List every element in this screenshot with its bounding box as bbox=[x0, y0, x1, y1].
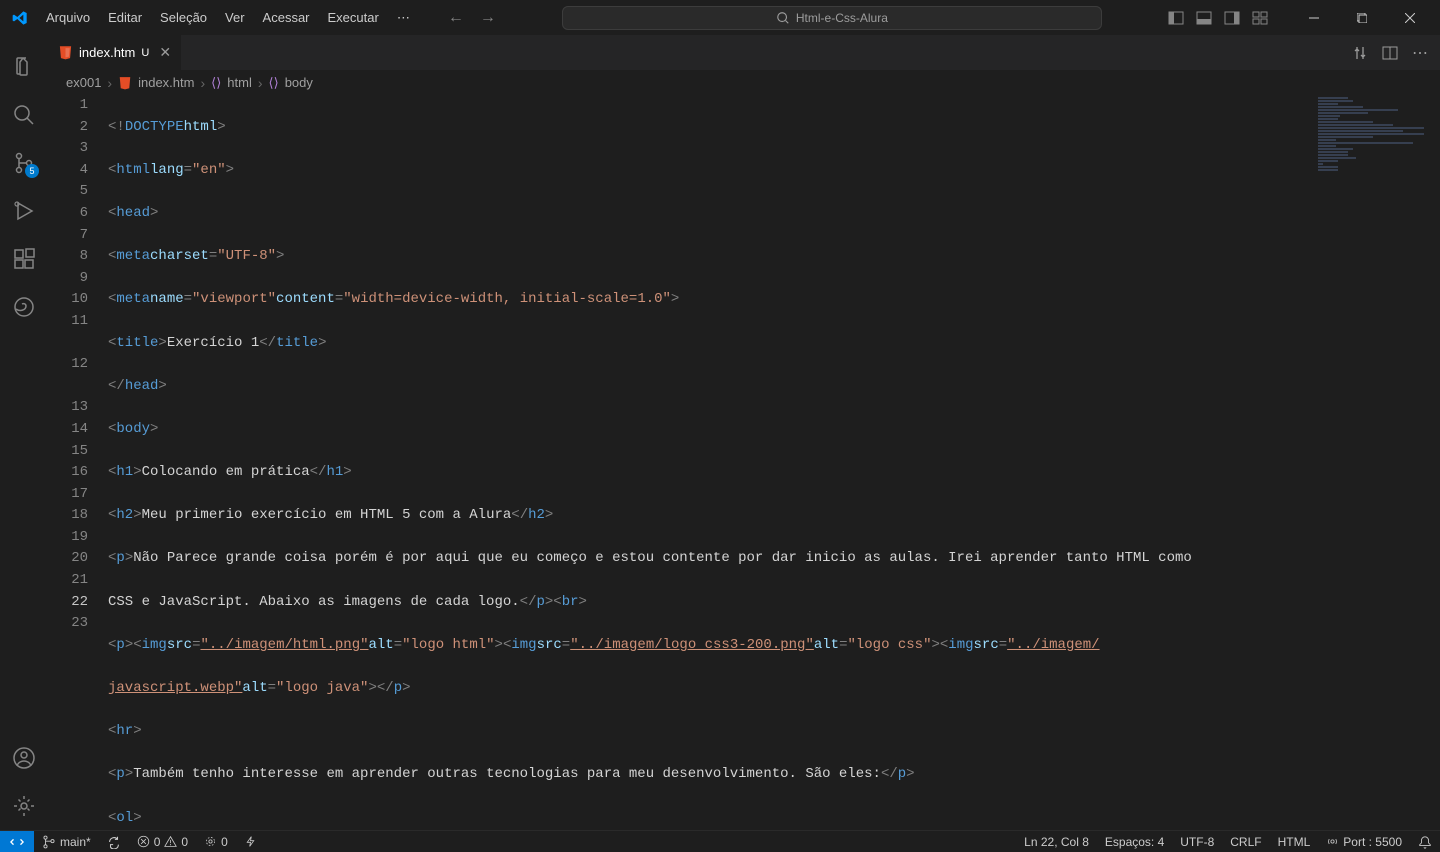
chevron-right-icon: › bbox=[200, 75, 205, 91]
tab-filename: index.htm bbox=[79, 45, 135, 60]
close-button[interactable] bbox=[1388, 0, 1432, 35]
compare-changes-icon[interactable] bbox=[1352, 45, 1368, 61]
status-encoding[interactable]: UTF-8 bbox=[1172, 835, 1222, 849]
activity-search-icon[interactable] bbox=[0, 91, 48, 139]
remote-indicator[interactable] bbox=[0, 831, 34, 852]
window-controls bbox=[1168, 0, 1432, 35]
status-ln-col[interactable]: Ln 22, Col 8 bbox=[1016, 835, 1097, 849]
html-file-icon bbox=[118, 76, 132, 90]
toggle-primary-sidebar-icon[interactable] bbox=[1168, 10, 1184, 26]
html-file-icon bbox=[58, 45, 73, 60]
symbol-icon: ⟨⟩ bbox=[269, 75, 279, 91]
status-thunder[interactable] bbox=[236, 835, 265, 848]
activity-source-control-icon[interactable]: 5 bbox=[0, 139, 48, 187]
tab-modified-indicator: U bbox=[141, 47, 149, 59]
toggle-secondary-sidebar-icon[interactable] bbox=[1224, 10, 1240, 26]
status-problems[interactable]: 0 0 bbox=[129, 835, 196, 849]
code-content[interactable]: <!DOCTYPE html> <html lang="en"> <head> … bbox=[108, 95, 1440, 830]
split-editor-icon[interactable] bbox=[1382, 45, 1398, 61]
breadcrumb-file[interactable]: index.htm bbox=[138, 75, 194, 90]
editor-area: index.htm U ✕ ⋯ ex001 › index.htm › ⟨⟩ h… bbox=[48, 35, 1440, 830]
maximize-button[interactable] bbox=[1340, 0, 1384, 35]
editor-tabs: index.htm U ✕ ⋯ bbox=[48, 35, 1440, 70]
nav-back-icon[interactable]: ← bbox=[448, 9, 464, 27]
activity-bar: 5 bbox=[0, 35, 48, 830]
more-actions-icon[interactable]: ⋯ bbox=[1412, 43, 1428, 63]
status-sync[interactable] bbox=[99, 835, 129, 849]
menu-overflow[interactable]: ⋯ bbox=[389, 6, 418, 30]
menu-acessar[interactable]: Acessar bbox=[255, 6, 318, 30]
main-menu: Arquivo Editar Seleção Ver Acessar Execu… bbox=[38, 6, 418, 30]
status-bar: main* 0 0 0 Ln 22, Col 8 Espaços: 4 UTF-… bbox=[0, 830, 1440, 852]
activity-edge-icon[interactable] bbox=[0, 283, 48, 331]
breadcrumbs[interactable]: ex001 › index.htm › ⟨⟩ html › ⟨⟩ body bbox=[48, 70, 1440, 95]
customize-layout-icon[interactable] bbox=[1252, 10, 1268, 26]
status-branch[interactable]: main* bbox=[34, 835, 99, 849]
command-center-label: Html-e-Css-Alura bbox=[796, 11, 888, 25]
source-control-badge: 5 bbox=[25, 164, 39, 178]
activity-extensions-icon[interactable] bbox=[0, 235, 48, 283]
menu-ver[interactable]: Ver bbox=[217, 6, 253, 30]
command-center-search[interactable]: Html-e-Css-Alura bbox=[562, 6, 1102, 30]
status-live-server[interactable]: Port : 5500 bbox=[1318, 835, 1410, 849]
vscode-logo-icon bbox=[12, 10, 28, 26]
tab-index-htm[interactable]: index.htm U ✕ bbox=[48, 35, 182, 70]
minimize-button[interactable] bbox=[1292, 0, 1336, 35]
symbol-icon: ⟨⟩ bbox=[211, 75, 221, 91]
tab-actions: ⋯ bbox=[1352, 35, 1440, 70]
chevron-right-icon: › bbox=[107, 75, 112, 91]
editor-content[interactable]: 12345 678910 11 12 13 1415161718 1920212… bbox=[48, 95, 1440, 830]
search-icon bbox=[776, 11, 790, 25]
breadcrumb-folder[interactable]: ex001 bbox=[66, 75, 101, 90]
activity-run-debug-icon[interactable] bbox=[0, 187, 48, 235]
menu-selecao[interactable]: Seleção bbox=[152, 6, 215, 30]
line-numbers-gutter: 12345 678910 11 12 13 1415161718 1920212… bbox=[48, 95, 108, 830]
menu-editar[interactable]: Editar bbox=[100, 6, 150, 30]
nav-arrows: ← → bbox=[448, 9, 496, 27]
nav-forward-icon[interactable]: → bbox=[480, 9, 496, 27]
breadcrumb-symbol-body[interactable]: body bbox=[285, 75, 313, 90]
main-area: 5 index.htm U ✕ bbox=[0, 35, 1440, 830]
status-spaces[interactable]: Espaços: 4 bbox=[1097, 835, 1172, 849]
menu-arquivo[interactable]: Arquivo bbox=[38, 6, 98, 30]
activity-settings-icon[interactable] bbox=[0, 782, 48, 830]
activity-accounts-icon[interactable] bbox=[0, 734, 48, 782]
command-center: Html-e-Css-Alura bbox=[496, 6, 1168, 30]
activity-explorer-icon[interactable] bbox=[0, 43, 48, 91]
title-bar: Arquivo Editar Seleção Ver Acessar Execu… bbox=[0, 0, 1440, 35]
toggle-panel-icon[interactable] bbox=[1196, 10, 1212, 26]
menu-executar[interactable]: Executar bbox=[320, 6, 387, 30]
chevron-right-icon: › bbox=[258, 75, 263, 91]
status-language[interactable]: HTML bbox=[1270, 835, 1319, 849]
breadcrumb-symbol-html[interactable]: html bbox=[227, 75, 252, 90]
status-eol[interactable]: CRLF bbox=[1222, 835, 1269, 849]
status-notifications-icon[interactable] bbox=[1410, 835, 1440, 849]
tab-close-icon[interactable]: ✕ bbox=[159, 44, 171, 61]
status-ports[interactable]: 0 bbox=[196, 835, 236, 849]
